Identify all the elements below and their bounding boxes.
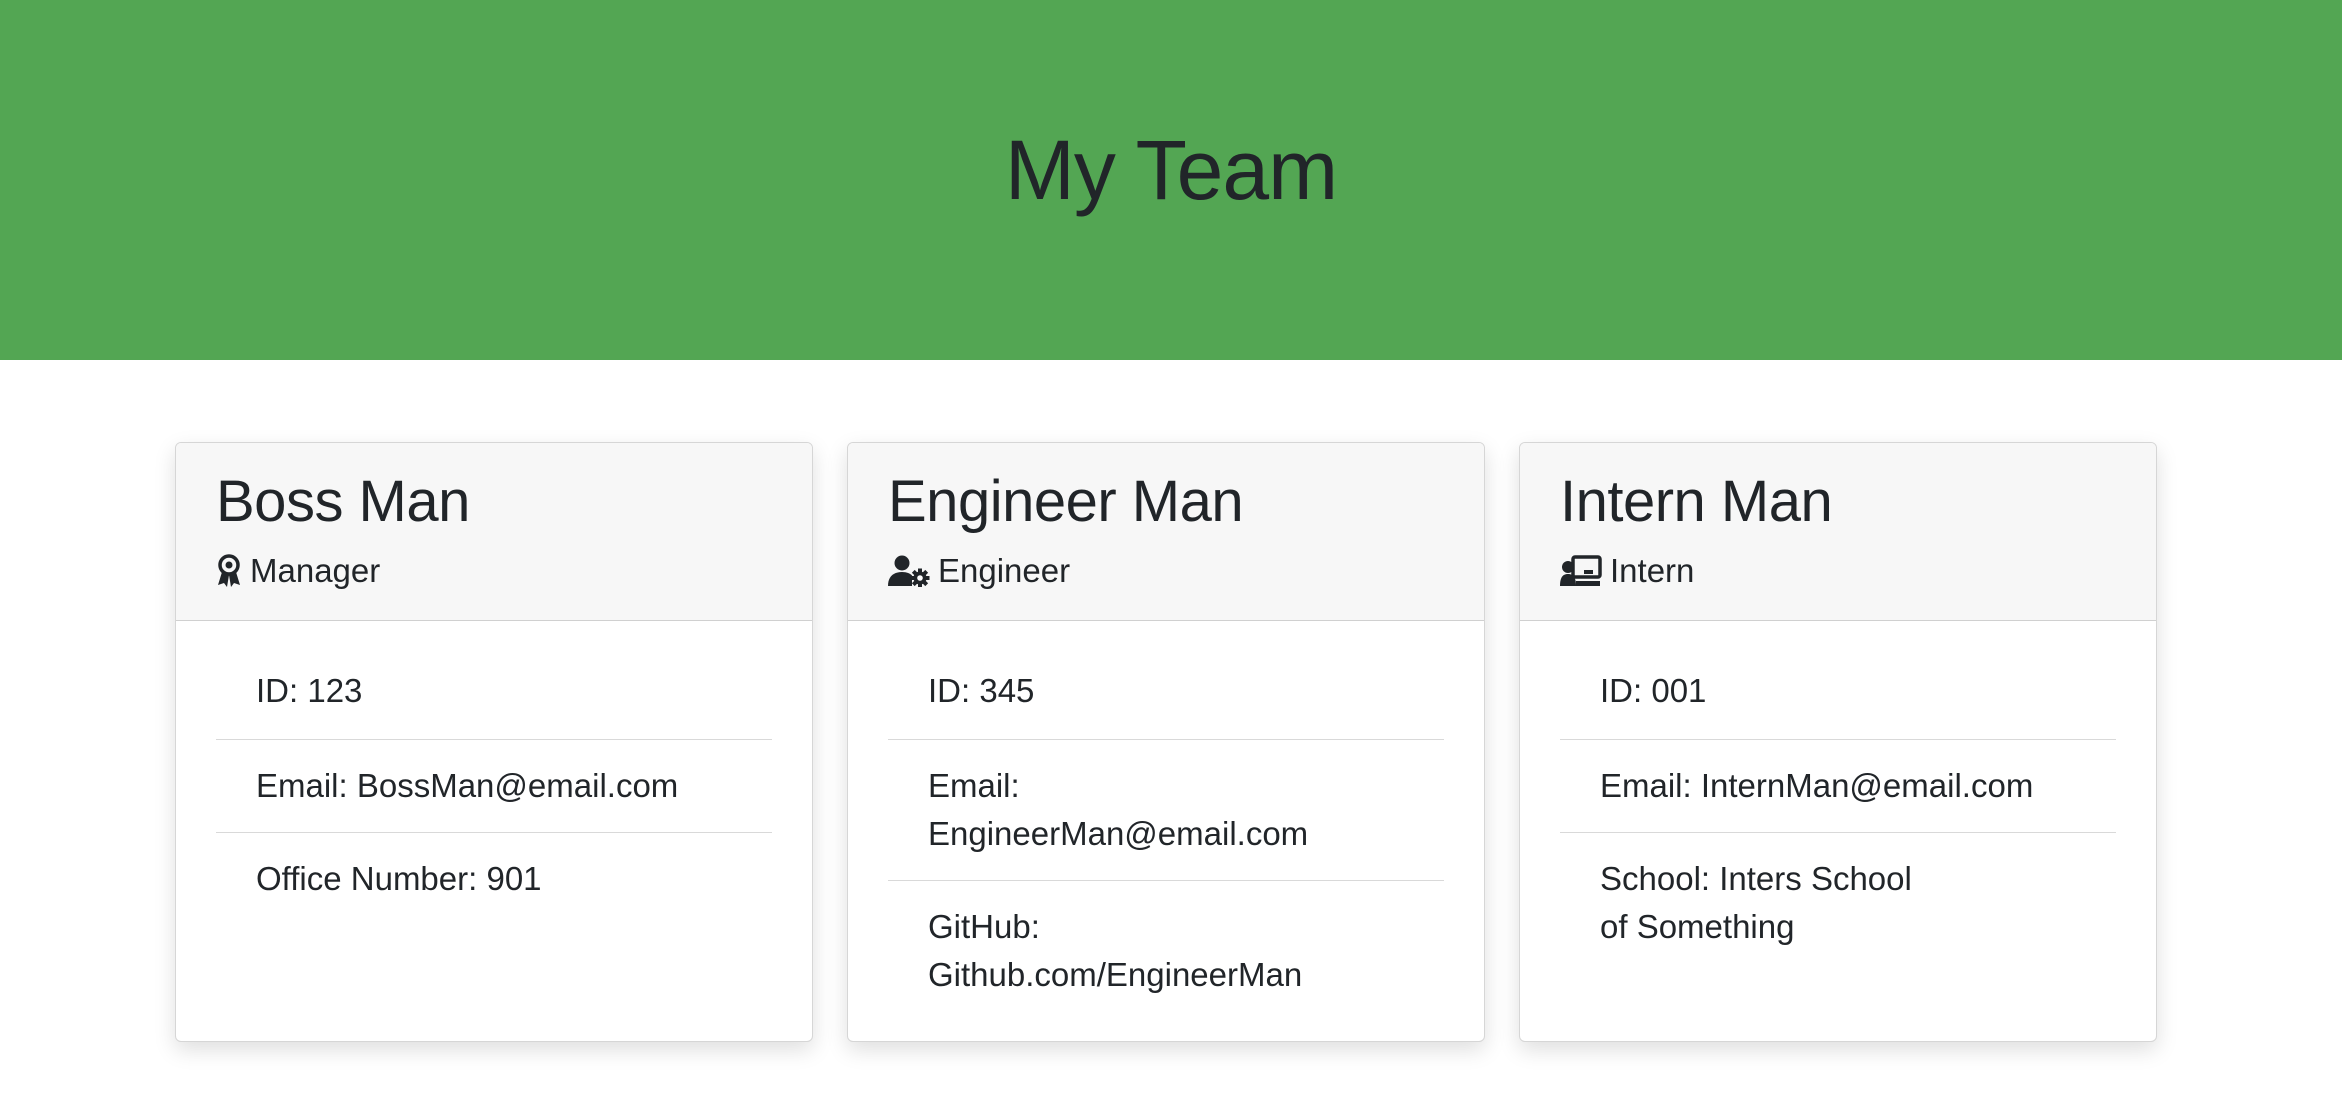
- employee-email: Email: InternMan@email.com: [1560, 740, 2116, 833]
- card-header: Engineer Man Engineer: [848, 443, 1484, 621]
- employee-id: ID: 001: [1560, 659, 2116, 740]
- employee-email: Email: EngineerMan@email.com: [888, 740, 1444, 881]
- employee-role-label: Intern: [1610, 552, 1695, 589]
- employee-id: ID: 123: [216, 659, 772, 740]
- employee-role-label: Engineer: [938, 552, 1071, 589]
- user-gear-icon: [888, 555, 930, 587]
- employee-id: ID: 345: [888, 659, 1444, 740]
- employee-card-manager: Boss Man Manager ID: 123 Email: BossMan@…: [175, 442, 813, 1042]
- employee-card-intern: Intern Man Intern ID: 001 Email: InternM…: [1519, 442, 2157, 1042]
- card-body: ID: 123 Email: BossMan@email.com Office …: [176, 621, 812, 921]
- award-ribbon-icon: [216, 554, 242, 588]
- card-header: Boss Man Manager: [176, 443, 812, 621]
- page-header: My Team: [0, 0, 2342, 360]
- card-header: Intern Man Intern: [1520, 443, 2156, 621]
- employee-github: GitHub: Github.com/EngineerMan: [928, 908, 1303, 993]
- employee-email: Email: BossMan@email.com: [216, 740, 772, 833]
- page-title: My Team: [1004, 122, 1338, 217]
- employee-card-engineer: Engineer Man Engineer ID: 345 Email: Eng…: [847, 442, 1485, 1042]
- employee-office-number: Office Number: 901: [256, 860, 542, 897]
- employee-role: Engineer: [888, 551, 1484, 591]
- employee-name: Engineer Man: [888, 469, 1244, 534]
- employee-name: Boss Man: [216, 469, 470, 534]
- user-chalkboard-icon: [1560, 555, 1602, 587]
- employee-school: School: Inters School of Something: [1600, 860, 1912, 945]
- employee-role: Intern: [1560, 551, 2156, 591]
- employee-role-label: Manager: [250, 552, 381, 589]
- team-cards: Boss Man Manager ID: 123 Email: BossMan@…: [175, 442, 2157, 1044]
- card-body: ID: 345 Email: EngineerMan@email.com Git…: [848, 621, 1484, 1017]
- employee-name: Intern Man: [1560, 469, 1833, 534]
- employee-role: Manager: [216, 551, 812, 591]
- card-body: ID: 001 Email: InternMan@email.com Schoo…: [1520, 621, 2156, 969]
